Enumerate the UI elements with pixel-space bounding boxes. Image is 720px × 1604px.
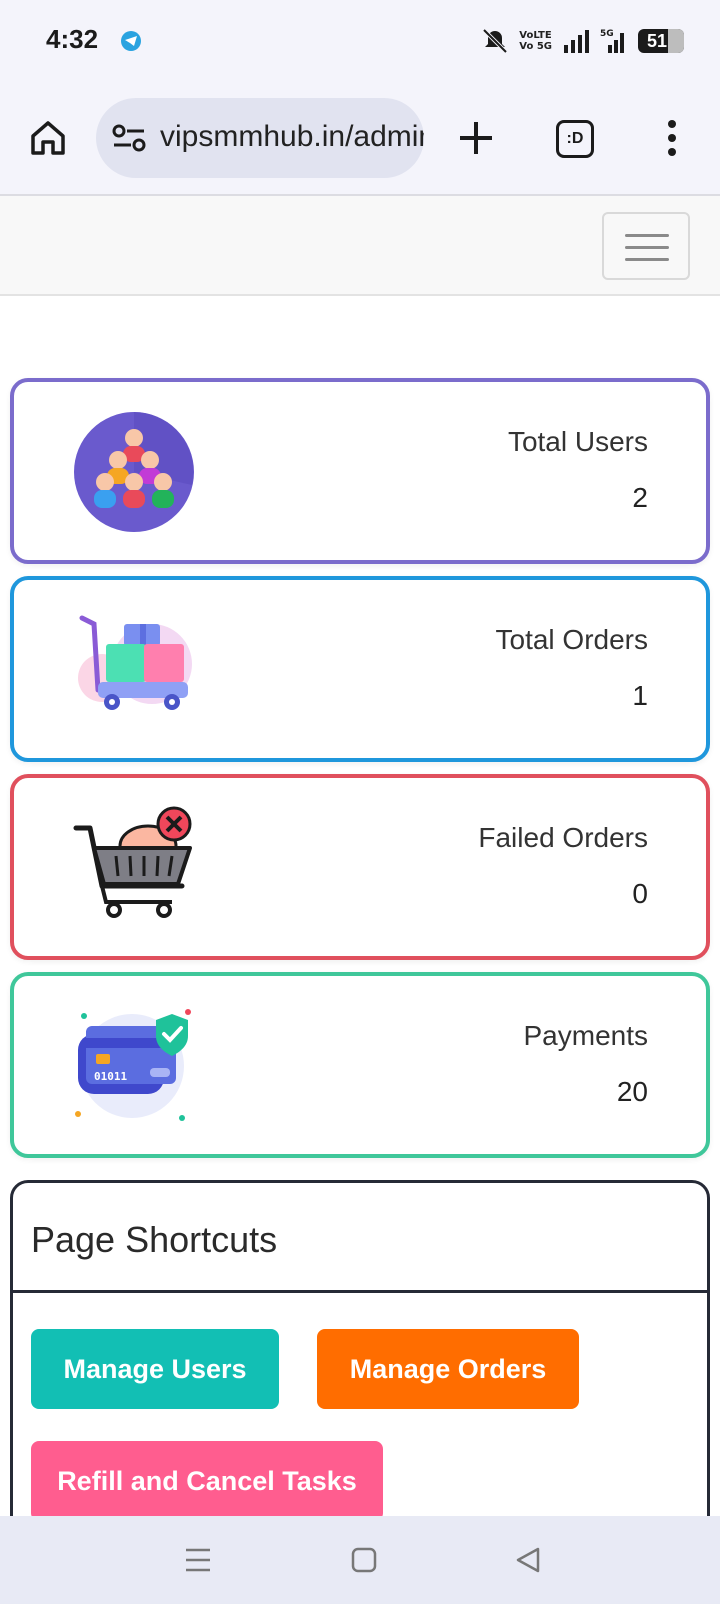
home-square-icon[interactable] (350, 1546, 378, 1574)
users-group-icon (74, 412, 194, 532)
hamburger-icon[interactable] (602, 212, 690, 280)
card-value: 2 (632, 482, 648, 513)
site-navbar (0, 196, 720, 296)
volte-label: VoLTE (519, 30, 552, 41)
address-bar[interactable]: vipsmmhub.in/admin (96, 98, 424, 178)
status-bar: 4:32 VoLTE Vo 5G 5G 51 (0, 0, 720, 84)
vo5g-label: Vo 5G (519, 41, 552, 52)
battery-level: 51 (647, 31, 668, 51)
card-label: Total Users (507, 426, 648, 457)
total-users-card: Total Users 2 (10, 378, 710, 564)
plus-icon[interactable] (456, 118, 496, 158)
url-text[interactable]: vipsmmhub.in/admin (160, 120, 424, 154)
cart-boxes-icon (78, 615, 192, 710)
credit-card-shield-icon: 01011 (75, 1009, 191, 1121)
total-orders-card: Total Orders 1 (10, 576, 710, 762)
telegram-icon (121, 31, 141, 51)
network-type: VoLTE Vo 5G (519, 30, 552, 52)
card-value: 0 (632, 878, 648, 909)
svg-text:5G: 5G (600, 29, 614, 39)
card-label: Failed Orders (478, 822, 648, 853)
battery-icon: 51 (638, 29, 684, 53)
signal-icon (564, 30, 589, 53)
5g-signal-icon: 5G (600, 29, 624, 53)
browser-toolbar: vipsmmhub.in/admin :D (0, 84, 720, 196)
tabs-icon[interactable]: :D (556, 120, 594, 158)
failed-orders-card: Failed Orders 0 (10, 774, 710, 960)
refill-cancel-tasks-button[interactable]: Refill and Cancel Tasks (31, 1441, 383, 1521)
site-info-icon[interactable] (112, 123, 146, 153)
status-time: 4:32 (46, 24, 99, 54)
shortcuts-title: Page Shortcuts (31, 1219, 278, 1260)
recents-icon[interactable] (184, 1546, 212, 1574)
card-value: 1 (632, 680, 648, 711)
failed-cart-icon (73, 806, 192, 918)
more-vert-icon[interactable] (660, 118, 684, 158)
manage-orders-button[interactable]: Manage Orders (317, 1329, 579, 1409)
manage-users-button[interactable]: Manage Users (31, 1329, 279, 1409)
mute-icon (482, 28, 508, 54)
back-icon[interactable] (514, 1546, 542, 1574)
shortcuts-header: Page Shortcuts (13, 1183, 707, 1293)
status-icons: VoLTE Vo 5G 5G 51 (481, 24, 684, 58)
card-label: Total Orders (495, 624, 649, 655)
card-label: Payments (523, 1020, 649, 1051)
card-value: 20 (616, 1076, 648, 1107)
svg-text:01011: 01011 (94, 1070, 127, 1083)
system-nav-bar (0, 1516, 720, 1604)
home-icon[interactable] (28, 118, 68, 158)
payments-card: 01011 Payments 20 (10, 972, 710, 1158)
